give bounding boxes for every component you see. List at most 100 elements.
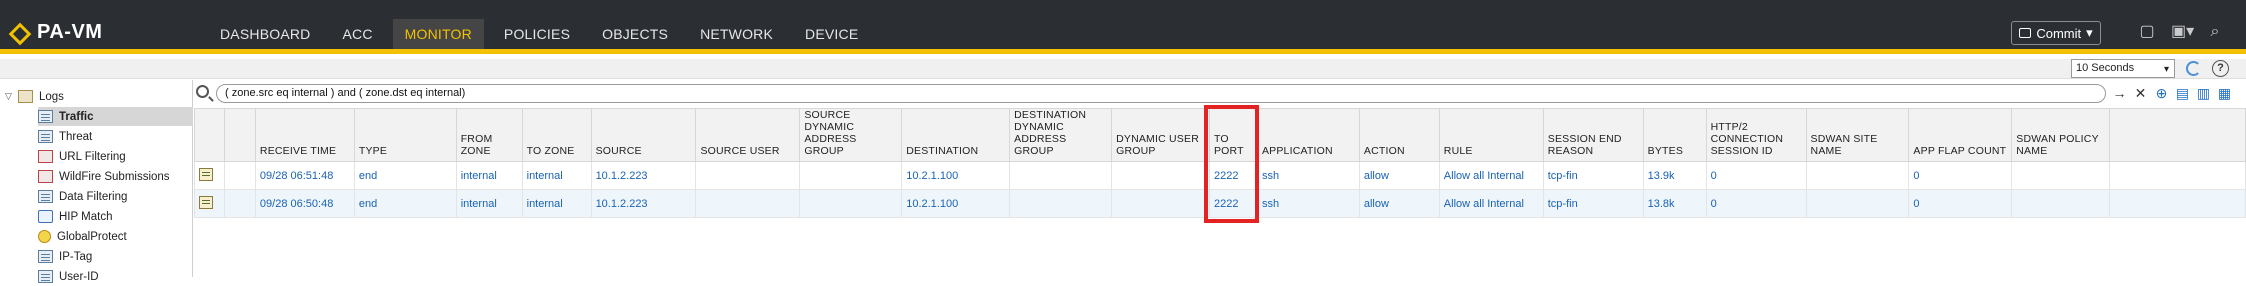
filter-query-input[interactable]: ( zone.src eq internal ) and ( zone.dst … xyxy=(216,84,2106,103)
column-header-destination-dag[interactable]: DESTINATION DYNAMIC ADDRESS GROUP xyxy=(1009,108,1113,162)
table-cell[interactable]: ssh xyxy=(1256,189,1360,218)
sidebar-item-data-filtering[interactable]: Data Filtering xyxy=(38,187,127,206)
commit-button[interactable]: Commit ▾ xyxy=(2011,21,2101,45)
add-filter-icon[interactable]: ⊕ xyxy=(2153,85,2170,102)
search-icon xyxy=(196,85,209,98)
sidebar-item-logs[interactable]: ▽ Logs xyxy=(5,87,64,106)
tab-network[interactable]: NETWORK xyxy=(688,19,785,49)
column-header-bytes[interactable]: BYTES xyxy=(1642,108,1707,162)
sidebar-item-threat[interactable]: Threat xyxy=(38,127,92,146)
column-header-sdwan-policy-name[interactable]: SDWAN POLICY NAME xyxy=(2011,108,2111,162)
row-detail-cell[interactable] xyxy=(194,189,225,218)
column-header-source-user[interactable]: SOURCE USER xyxy=(695,108,801,162)
detailed-log-view-icon[interactable] xyxy=(199,195,213,209)
sidebar-item-label: IP-Tag xyxy=(59,250,93,263)
table-cell[interactable]: internal xyxy=(521,189,592,218)
save-filter-icon[interactable]: ▤ xyxy=(2174,85,2191,102)
table-cell[interactable]: 10.2.1.100 xyxy=(901,161,1011,190)
column-header-type[interactable]: TYPE xyxy=(353,108,457,162)
export-filter-icon[interactable]: ▦ xyxy=(2216,85,2233,102)
detailed-log-view-icon[interactable] xyxy=(199,167,213,181)
table-cell[interactable]: 10.1.2.223 xyxy=(590,189,697,218)
table-cell[interactable]: allow xyxy=(1358,161,1440,190)
search-icon[interactable]: ⌕ xyxy=(2205,22,2225,42)
table-cell[interactable]: 13.9k xyxy=(1642,161,1707,190)
hip-icon xyxy=(38,210,53,223)
tab-acc[interactable]: ACC xyxy=(330,19,384,49)
column-header-session-end-reason[interactable]: SESSION END REASON xyxy=(1542,108,1644,162)
row-detail-cell[interactable] xyxy=(194,161,225,190)
table-row[interactable]: 09/28 06:50:48 end internal internal 10.… xyxy=(194,189,2246,218)
sidebar-item-globalprotect[interactable]: GlobalProtect xyxy=(38,227,127,246)
tab-dashboard[interactable]: DASHBOARD xyxy=(208,19,322,49)
table-cell[interactable]: 09/28 06:50:48 xyxy=(254,189,355,218)
table-cell[interactable]: end xyxy=(353,189,457,218)
apply-filter-icon[interactable]: → xyxy=(2111,85,2128,102)
clear-filter-icon[interactable]: ✕ xyxy=(2132,85,2149,102)
column-header-http2-session-id[interactable]: HTTP/2 CONNECTION SESSION ID xyxy=(1705,108,1807,162)
column-header-to-port[interactable]: TO PORT xyxy=(1208,108,1258,162)
column-header-receive-time[interactable]: RECEIVE TIME xyxy=(254,108,355,162)
logs-sidebar: ▽ Logs Traffic Threat URL Filtering Wild… xyxy=(0,80,193,283)
refresh-interval-select[interactable]: 10 Seconds ▾ xyxy=(2071,59,2175,78)
table-cell xyxy=(1111,189,1210,218)
table-cell[interactable]: tcp-fin xyxy=(1542,189,1644,218)
table-cell xyxy=(695,189,801,218)
tab-policies[interactable]: POLICIES xyxy=(492,19,582,49)
table-cell[interactable]: tcp-fin xyxy=(1542,161,1644,190)
commit-icon xyxy=(2019,28,2032,38)
table-cell[interactable]: 13.8k xyxy=(1642,189,1707,218)
table-cell[interactable]: internal xyxy=(455,189,523,218)
table-row[interactable]: 09/28 06:51:48 end internal internal 10.… xyxy=(194,161,2246,190)
sidebar-item-hip-match[interactable]: HIP Match xyxy=(38,207,112,226)
table-cell[interactable]: 10.2.1.100 xyxy=(901,189,1011,218)
column-header-source[interactable]: SOURCE xyxy=(590,108,697,162)
table-cell[interactable]: 0 xyxy=(1705,189,1807,218)
table-cell xyxy=(799,161,903,190)
table-cell xyxy=(223,161,256,190)
document-icon xyxy=(38,110,53,123)
sidebar-item-wildfire-submissions[interactable]: WildFire Submissions xyxy=(38,167,170,186)
document-icon xyxy=(38,170,53,183)
column-header-sdwan-site-name[interactable]: SDWAN SITE NAME xyxy=(1805,108,1910,162)
refresh-icon[interactable] xyxy=(2186,61,2201,76)
column-header-destination[interactable]: DESTINATION xyxy=(901,108,1011,162)
expand-icon[interactable]: ▽ xyxy=(5,91,15,102)
table-cell[interactable]: 09/28 06:51:48 xyxy=(254,161,355,190)
column-header-to-zone[interactable]: TO ZONE xyxy=(521,108,592,162)
table-cell[interactable]: 0 xyxy=(1705,161,1807,190)
table-cell[interactable]: 0 xyxy=(1908,189,2013,218)
column-header-source-dag[interactable]: SOURCE DYNAMIC ADDRESS GROUP xyxy=(799,108,903,162)
table-cell[interactable]: Allow all Internal xyxy=(1438,161,1544,190)
column-header-from-zone[interactable]: FROM ZONE xyxy=(455,108,523,162)
app-logo[interactable]: PA-VM xyxy=(12,21,102,43)
column-header-app-flap-count[interactable]: APP FLAP COUNT xyxy=(1908,108,2013,162)
sidebar-item-traffic[interactable]: Traffic xyxy=(38,107,193,126)
help-icon[interactable]: ? xyxy=(2212,60,2229,77)
column-header-application[interactable]: APPLICATION xyxy=(1256,108,1360,162)
column-header-dynamic-user-group[interactable]: DYNAMIC USER GROUP xyxy=(1111,108,1210,162)
table-cell[interactable]: internal xyxy=(521,161,592,190)
table-cell[interactable]: end xyxy=(353,161,457,190)
table-cell[interactable]: ssh xyxy=(1256,161,1360,190)
table-cell[interactable]: 2222 xyxy=(1208,161,1258,190)
task-icon[interactable]: ▢ xyxy=(2137,22,2157,42)
column-header-rule[interactable]: RULE xyxy=(1438,108,1544,162)
table-cell[interactable]: 10.1.2.223 xyxy=(590,161,697,190)
load-filter-icon[interactable]: ▥ xyxy=(2195,85,2212,102)
table-cell[interactable]: internal xyxy=(455,161,523,190)
tab-device[interactable]: DEVICE xyxy=(793,19,870,49)
table-cell[interactable]: 2222 xyxy=(1208,189,1258,218)
save-config-icon[interactable]: ▣▾ xyxy=(2171,22,2194,42)
tab-objects[interactable]: OBJECTS xyxy=(590,19,680,49)
sidebar-item-url-filtering[interactable]: URL Filtering xyxy=(38,147,126,166)
table-cell[interactable]: allow xyxy=(1358,189,1440,218)
table-cell[interactable]: 0 xyxy=(1908,161,2013,190)
paloalto-logo-icon xyxy=(12,24,29,41)
sidebar-item-ip-tag[interactable]: IP-Tag xyxy=(38,247,92,266)
table-cell xyxy=(2011,189,2111,218)
filter-tools: → ✕ ⊕ ▤ ▥ ▦ xyxy=(2111,85,2233,102)
tab-monitor[interactable]: MONITOR xyxy=(392,19,484,49)
table-cell[interactable]: Allow all Internal xyxy=(1438,189,1544,218)
column-header-action[interactable]: ACTION xyxy=(1358,108,1440,162)
